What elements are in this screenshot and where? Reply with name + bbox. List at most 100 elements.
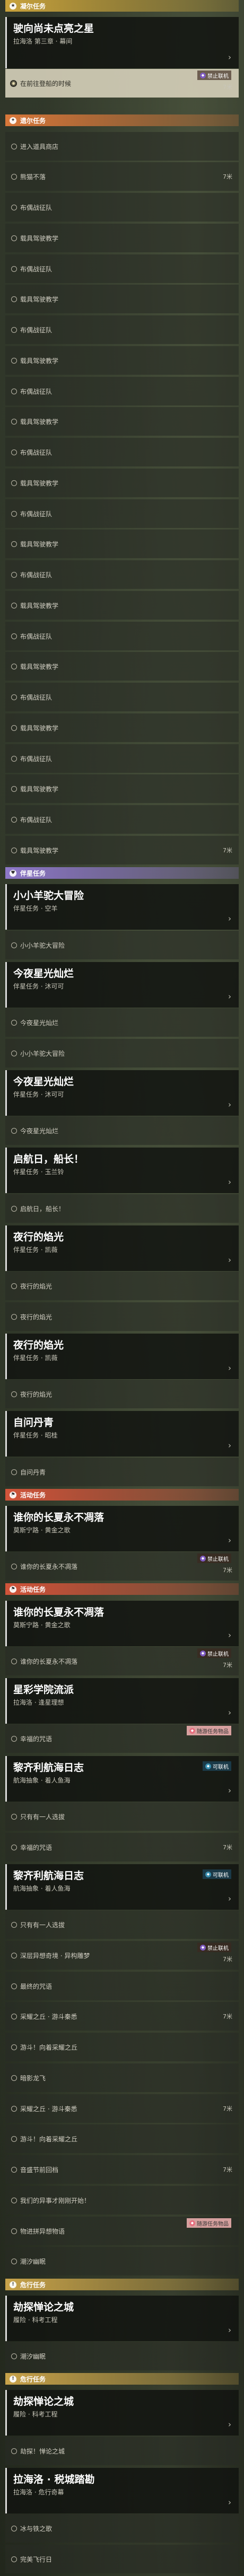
quest-card[interactable]: 自问丹青 伴星任务 · 昭桂 › xyxy=(5,1411,239,1457)
quest-step-label: 自问丹青 xyxy=(20,1468,46,1476)
category-header-main[interactable]: ★ 凝尔任务 xyxy=(5,0,239,12)
quest-card[interactable]: 今夜星光灿烂 伴星任务 · 沐可可 › xyxy=(5,1070,239,1116)
quest-step[interactable]: 只有有一人选拔 xyxy=(5,1910,239,1939)
quest-step[interactable]: 冰与铁之歌 xyxy=(5,2514,239,2543)
circle-icon xyxy=(11,2448,17,2454)
quest-step[interactable]: 布偶战征队 xyxy=(5,377,239,405)
quest-step[interactable]: 布偶战征队 xyxy=(5,683,239,711)
quest-step[interactable]: 今夜星光灿烂 xyxy=(5,1116,239,1145)
quest-step[interactable]: 夜行的焰光 xyxy=(5,1272,239,1300)
quest-step[interactable]: 布偶战征队 xyxy=(5,193,239,222)
quest-card[interactable]: 谁你的长夏永不凋落 莫斯宁路 · 黄金之歌 › xyxy=(5,1506,239,1551)
quest-step[interactable]: 布偶战征队 xyxy=(5,438,239,466)
quest-step[interactable]: 完美飞行日 xyxy=(5,2545,239,2573)
quest-subtitle: 拉海洛 第三章 · 幕间 xyxy=(13,38,73,45)
quest-step[interactable]: 载具驾驶教学 xyxy=(5,652,239,681)
quest-title: 自问丹青 xyxy=(13,1417,54,1428)
quest-step[interactable]: 小小羊驼大冒险 xyxy=(5,931,239,959)
quest-step-label: 游斗！向着采耀之丘 xyxy=(20,2135,78,2143)
quest-card[interactable]: 拉海洛 · 税城踏勘 拉海洛 · 危行奇幕 › xyxy=(5,2468,239,2513)
quest-step[interactable]: 进入道具商店 xyxy=(5,132,239,161)
quest-step[interactable]: 布偶战征队 xyxy=(5,315,239,344)
quest-step[interactable]: 最终的咒语 xyxy=(5,1972,239,2000)
quest-step[interactable]: 布偶战征队 xyxy=(5,254,239,283)
category-header-danger[interactable]: ! 危行任务 xyxy=(5,2279,239,2290)
quest-step[interactable]: 载具驾驶教学 xyxy=(5,285,239,313)
quest-step[interactable]: 深层异想奇境 · 异构雕梦 ◆ 禁止联机 7米 xyxy=(5,1941,239,1970)
quest-step[interactable]: 载具驾驶教学 7米 xyxy=(5,836,239,864)
category-header-world[interactable]: ✦ 遗尔任务 xyxy=(5,114,239,126)
quest-step[interactable]: 熊猫不落 7米 xyxy=(5,162,239,191)
quest-step[interactable]: 布偶战征队 xyxy=(5,744,239,773)
chevron-right-icon: › xyxy=(228,2325,231,2335)
category-header-companion[interactable]: ♥ 伴星任务 xyxy=(5,867,239,879)
quest-step[interactable]: 布偶战征队 xyxy=(5,560,239,589)
quest-step[interactable]: 今夜星光灿烂 xyxy=(5,1008,239,1037)
circle-icon xyxy=(11,816,17,823)
quest-step[interactable]: 幸福的咒语 7米 xyxy=(5,1833,239,1862)
quest-step[interactable]: 载具驾驶教学 xyxy=(5,224,239,252)
quest-step-label: 完美飞行日 xyxy=(20,2555,53,2563)
category-header-event[interactable]: ⚑ 活动任务 xyxy=(5,1489,239,1501)
coop-icon: ◆ xyxy=(189,2220,195,2226)
quest-step[interactable]: 采耀之丘 · 游斗秦悉 7米 xyxy=(5,2094,239,2123)
quest-subtitle: 拉海洛 · 危行奇幕 xyxy=(13,2489,64,2496)
quest-card[interactable]: 夜行的焰光 伴星任务 · 凯薇 › xyxy=(5,1225,239,1271)
quest-step[interactable]: 谁你的长夏永不凋落 ◆ 禁止联机 7米 xyxy=(5,1552,239,1581)
quest-step[interactable]: 潮汐幽眠 xyxy=(5,2342,239,2370)
quest-step[interactable]: 载具驾驶教学 xyxy=(5,713,239,742)
quest-step-label: 潮汐幽眠 xyxy=(20,2257,46,2265)
quest-step[interactable]: ◉ 在前往登船的时候 ◆ 禁止联机 7米 xyxy=(5,69,239,98)
quest-card[interactable]: 夜行的焰光 伴星任务 · 凯薇 › xyxy=(5,1334,239,1379)
quest-step[interactable]: 载具驾驶教学 xyxy=(5,591,239,620)
quest-step[interactable]: 劫探！惮论之城 xyxy=(5,2437,239,2465)
quest-step[interactable]: 游斗！向着采耀之丘 xyxy=(5,2033,239,2061)
quest-step[interactable]: 载具驾驶教学 xyxy=(5,469,239,497)
quest-step[interactable]: 布偶战征队 xyxy=(5,622,239,650)
quest-step[interactable]: 暗影龙飞 xyxy=(5,2063,239,2092)
quest-step-label: 熊猫不落 xyxy=(20,173,46,181)
quest-step-label: 载具驾驶教学 xyxy=(20,295,59,303)
quest-card[interactable]: 黎齐利航海日志 航海抽象 · 着人鱼海 ◆ 可联机 › xyxy=(5,1864,239,1910)
distance-label: 7米 xyxy=(223,84,232,91)
circle-icon xyxy=(11,1983,17,1989)
quest-step[interactable]: 音盛节前回档 7米 xyxy=(5,2155,239,2184)
quest-step-label: 载具驾驶教学 xyxy=(20,540,59,548)
quest-step[interactable]: 布偶战征队 xyxy=(5,499,239,528)
quest-card[interactable]: 驶向尚未点亮之星 拉海洛 第三章 · 幕间 › xyxy=(5,17,239,68)
quest-card[interactable]: 启航日，船长！ 伴星任务 · 玉兰铃 › xyxy=(5,1148,239,1193)
quest-step[interactable]: 载具驾驶教学 xyxy=(5,346,239,375)
quest-step[interactable]: 采耀之丘 · 游斗秦悉 7米 xyxy=(5,2002,239,2031)
quest-step[interactable]: 夜行的焰光 xyxy=(5,1302,239,1331)
quest-step[interactable]: 小小羊驼大冒险 xyxy=(5,1039,239,1068)
circle-icon xyxy=(11,2044,17,2050)
quest-step[interactable]: 谁你的长夏永不凋落 ◆ 禁止联机 7米 xyxy=(5,1647,239,1675)
circle-icon xyxy=(11,633,17,639)
quest-step[interactable]: 潮汐幽眠 xyxy=(5,2247,239,2275)
quest-step[interactable]: 只有有一人选拔 xyxy=(5,1802,239,1831)
circle-icon xyxy=(11,1050,17,1056)
quest-step[interactable]: 载具驾驶教学 xyxy=(5,407,239,436)
quest-step[interactable]: 夜行的焰光 xyxy=(5,1380,239,1408)
quest-card[interactable]: 小小羊驼大冒险 伴星任务 · 空羊 › xyxy=(5,884,239,930)
quest-step[interactable]: 启航日，船长！ xyxy=(5,1194,239,1223)
quest-step[interactable]: 布偶战征队 xyxy=(5,805,239,834)
quest-card[interactable]: 谁你的长夏永不凋落 莫斯宁路 · 黄金之歌 › xyxy=(5,1601,239,1646)
quest-subtitle: 伴星任务 · 空羊 xyxy=(13,905,58,912)
quest-card[interactable]: 劫探惮论之城 履险 · 科考工程 › xyxy=(5,2390,239,2436)
circle-icon xyxy=(11,143,17,149)
quest-step[interactable]: 载具驾驶教学 xyxy=(5,774,239,803)
quest-step[interactable]: 游斗！向着采耀之丘 xyxy=(5,2124,239,2153)
quest-step[interactable]: 幸福的咒语 ◆ 随游任务物品 xyxy=(5,1724,239,1753)
quest-step[interactable]: 物进拼异想物语 ◆ 随游任务物品 xyxy=(5,2217,239,2245)
quest-card[interactable]: 星彩学院流派 拉海洛 · 逢星理想 › xyxy=(5,1678,239,1724)
quest-step[interactable]: 我们的异事才刚刚开始！ xyxy=(5,2186,239,2215)
quest-card[interactable]: 劫探惮论之城 履险 · 科考工程 › xyxy=(5,2296,239,2341)
category-header-danger[interactable]: ! 危行任务 xyxy=(5,2373,239,2385)
quest-card[interactable]: 黎齐利航海日志 航海抽象 · 着人鱼海 ◆ 可联机 › xyxy=(5,1756,239,1802)
chevron-right-icon: › xyxy=(228,2420,231,2429)
quest-step[interactable]: 自问丹青 xyxy=(5,1458,239,1486)
quest-step[interactable]: 载具驾驶教学 xyxy=(5,530,239,558)
quest-card[interactable]: 今夜星光灿烂 伴星任务 · 沐可可 › xyxy=(5,962,239,1008)
category-header-event[interactable]: ⚑ 活动任务 xyxy=(5,1583,239,1595)
